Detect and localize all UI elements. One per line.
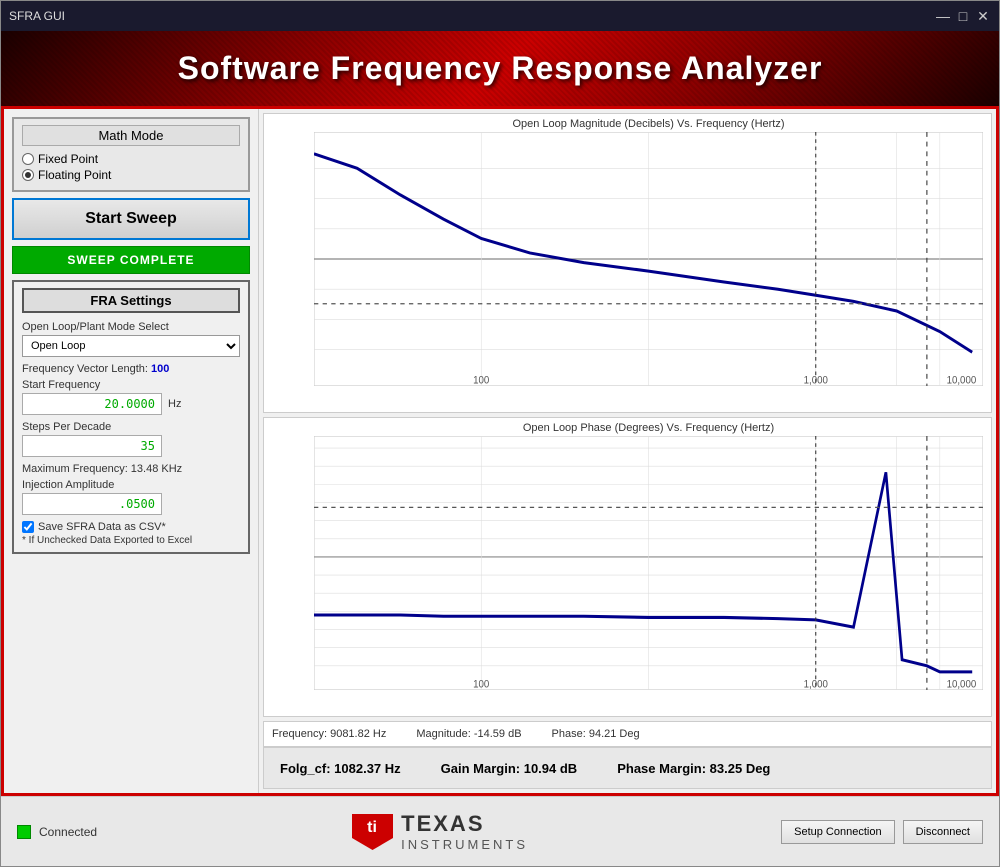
main-content: Math Mode Fixed Point Floating Point Sta… bbox=[1, 106, 999, 796]
ti-instruments-name: INSTRUMENTS bbox=[401, 837, 528, 852]
ti-logo-top: ti TEXAS INSTRUMENTS bbox=[350, 811, 528, 852]
setup-connection-button[interactable]: Setup Connection bbox=[781, 820, 894, 844]
magnitude-chart-title: Open Loop Magnitude (Decibels) Vs. Frequ… bbox=[314, 118, 983, 130]
svg-text:ti: ti bbox=[367, 819, 377, 836]
fra-settings-section: FRA Settings Open Loop/Plant Mode Select… bbox=[12, 280, 250, 554]
footer-right: Setup Connection Disconnect bbox=[781, 820, 983, 844]
start-freq-label: Start Frequency bbox=[22, 379, 240, 391]
connected-indicator bbox=[17, 825, 31, 839]
max-freq-field: Maximum Frequency: 13.48 KHz bbox=[22, 463, 240, 475]
header-banner: Software Frequency Response Analyzer bbox=[1, 31, 999, 106]
steps-input[interactable] bbox=[22, 435, 162, 457]
fixed-point-row[interactable]: Fixed Point bbox=[22, 152, 240, 166]
injection-row bbox=[22, 493, 240, 515]
cursor-info-bar: Frequency: 9081.82 Hz Magnitude: -14.59 … bbox=[263, 721, 992, 747]
phase-chart: Open Loop Phase (Degrees) Vs. Frequency … bbox=[263, 417, 992, 717]
svg-text:100: 100 bbox=[473, 375, 489, 386]
left-panel: Math Mode Fixed Point Floating Point Sta… bbox=[4, 109, 259, 793]
maximize-button[interactable]: □ bbox=[955, 8, 971, 24]
window-controls: — □ ✕ bbox=[935, 8, 991, 24]
mode-label: Open Loop/Plant Mode Select bbox=[22, 321, 240, 333]
titlebar: SFRA GUI — □ ✕ bbox=[1, 1, 999, 31]
window-title: SFRA GUI bbox=[9, 9, 65, 23]
main-window: SFRA GUI — □ ✕ Software Frequency Respon… bbox=[0, 0, 1000, 867]
magnitude-chart: Open Loop Magnitude (Decibels) Vs. Frequ… bbox=[263, 113, 992, 413]
phase-chart-svg: 180 150 120 90 60 30 0 -30 -60 -90 -120 … bbox=[314, 436, 983, 690]
floating-point-radio[interactable] bbox=[22, 169, 34, 181]
save-csv-row[interactable]: Save SFRA Data as CSV* bbox=[22, 521, 240, 533]
math-mode-title: Math Mode bbox=[22, 125, 240, 146]
ti-badge-icon: ti bbox=[350, 812, 395, 852]
charts-area: Open Loop Magnitude (Decibels) Vs. Frequ… bbox=[259, 109, 996, 793]
sweep-complete-indicator: SWEEP COMPLETE bbox=[12, 246, 250, 274]
csv-note: * If Unchecked Data Exported to Excel bbox=[22, 535, 240, 546]
gain-margin-metric: Gain Margin: 10.94 dB bbox=[441, 761, 578, 776]
mode-select[interactable]: Open Loop Plant Mode bbox=[22, 335, 240, 357]
steps-row bbox=[22, 435, 240, 457]
start-freq-row: Hz bbox=[22, 393, 240, 415]
footer-left: Connected bbox=[17, 825, 97, 839]
magnitude-chart-svg: 40 30 20 10 0 -10 -20 100 1,000 10,000 bbox=[314, 132, 983, 386]
save-csv-checkbox[interactable] bbox=[22, 521, 34, 533]
injection-input[interactable] bbox=[22, 493, 162, 515]
close-button[interactable]: ✕ bbox=[975, 8, 991, 24]
connected-label: Connected bbox=[39, 825, 97, 839]
ti-logo: ti TEXAS INSTRUMENTS bbox=[350, 811, 528, 852]
phase-chart-area: 180 150 120 90 60 30 0 -30 -60 -90 -120 … bbox=[314, 436, 983, 690]
ti-company-name: TEXAS bbox=[401, 811, 528, 837]
app-title: Software Frequency Response Analyzer bbox=[178, 50, 823, 87]
start-freq-unit: Hz bbox=[168, 398, 181, 410]
injection-label: Injection Amplitude bbox=[22, 479, 240, 491]
cursor-frequency: Frequency: 9081.82 Hz bbox=[272, 728, 386, 740]
fixed-point-radio[interactable] bbox=[22, 153, 34, 165]
start-sweep-button[interactable]: Start Sweep bbox=[12, 198, 250, 240]
floating-point-row[interactable]: Floating Point bbox=[22, 168, 240, 182]
disconnect-button[interactable]: Disconnect bbox=[903, 820, 983, 844]
cursor-magnitude: Magnitude: -14.59 dB bbox=[416, 728, 521, 740]
phase-chart-title: Open Loop Phase (Degrees) Vs. Frequency … bbox=[314, 422, 983, 434]
start-freq-input[interactable] bbox=[22, 393, 162, 415]
cursor-phase: Phase: 94.21 Deg bbox=[552, 728, 640, 740]
footer: Connected ti TEXAS INSTRUMENTS Setup Con… bbox=[1, 796, 999, 866]
magnitude-chart-area: 40 30 20 10 0 -10 -20 100 1,000 10,000 bbox=[314, 132, 983, 386]
floating-point-label: Floating Point bbox=[38, 168, 111, 182]
math-mode-section: Math Mode Fixed Point Floating Point bbox=[12, 117, 250, 192]
fixed-point-label: Fixed Point bbox=[38, 152, 98, 166]
svg-text:100: 100 bbox=[473, 679, 489, 690]
ti-text-block: TEXAS INSTRUMENTS bbox=[401, 811, 528, 852]
svg-text:10,000: 10,000 bbox=[947, 679, 977, 690]
folg-cf-metric: Folg_cf: 1082.37 Hz bbox=[280, 761, 401, 776]
metrics-row: Folg_cf: 1082.37 Hz Gain Margin: 10.94 d… bbox=[263, 747, 992, 789]
phase-margin-metric: Phase Margin: 83.25 Deg bbox=[617, 761, 770, 776]
svg-text:10,000: 10,000 bbox=[947, 375, 977, 386]
fra-settings-title: FRA Settings bbox=[22, 288, 240, 313]
save-csv-label: Save SFRA Data as CSV* bbox=[38, 521, 166, 533]
steps-label: Steps Per Decade bbox=[22, 421, 240, 433]
minimize-button[interactable]: — bbox=[935, 8, 951, 24]
freq-vector-field: Frequency Vector Length: 100 bbox=[22, 363, 240, 375]
